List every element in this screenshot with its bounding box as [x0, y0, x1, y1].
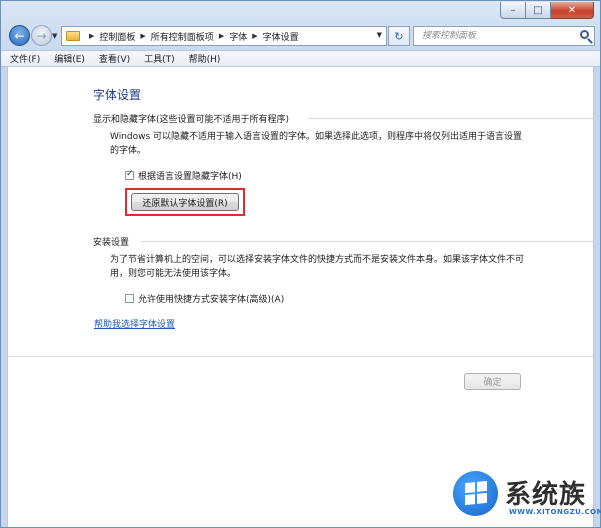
- search-box[interactable]: [413, 26, 595, 46]
- menu-view[interactable]: 查看(V): [99, 52, 130, 65]
- address-bar[interactable]: ▶ 控制面板 ▶ 所有控制面板项 ▶ 字体 ▶ 字体设置 ▼: [61, 26, 387, 46]
- close-button[interactable]: ✕: [551, 2, 594, 19]
- minimize-button[interactable]: –: [500, 2, 526, 19]
- menu-help[interactable]: 帮助(H): [189, 52, 221, 65]
- navigation-bar: ← → ▼ ▶ 控制面板 ▶ 所有控制面板项 ▶ 字体 ▶ 字体设置 ▼ ↻: [1, 23, 600, 49]
- menu-tools[interactable]: 工具(T): [144, 52, 175, 65]
- install-section-header: 安装设置: [93, 235, 593, 248]
- breadcrumb-chevron-icon[interactable]: ▶: [89, 32, 94, 40]
- section-divider: [308, 118, 593, 119]
- search-icon[interactable]: [580, 30, 589, 39]
- hide-fonts-checkbox[interactable]: [125, 169, 134, 180]
- menu-edit[interactable]: 编辑(E): [54, 52, 85, 65]
- breadcrumb-item-font-settings[interactable]: 字体设置: [263, 30, 299, 43]
- restore-button-highlight: 还原默认字体设置(R): [125, 188, 245, 216]
- breadcrumb: ▶ 控制面板 ▶ 所有控制面板项 ▶ 字体 ▶ 字体设置: [84, 30, 299, 43]
- breadcrumb-item-all-items[interactable]: 所有控制面板项: [151, 30, 214, 43]
- breadcrumb-item-fonts[interactable]: 字体: [229, 30, 247, 43]
- ok-button[interactable]: 确定: [464, 373, 521, 390]
- footer-divider: [8, 356, 593, 357]
- address-dropdown-chevron-down-icon[interactable]: ▼: [377, 31, 382, 39]
- show-hide-section-title: 显示和隐藏字体(这些设置可能不适用于所有程序): [93, 115, 290, 125]
- breadcrumb-chevron-icon[interactable]: ▶: [140, 32, 145, 40]
- breadcrumb-item-control-panel[interactable]: 控制面板: [99, 30, 135, 43]
- help-choose-font-settings-link[interactable]: 帮助我选择字体设置: [94, 317, 175, 330]
- shortcut-install-checkbox[interactable]: [125, 294, 134, 303]
- breadcrumb-chevron-icon[interactable]: ▶: [219, 32, 224, 40]
- maximize-button[interactable]: □: [526, 2, 551, 19]
- content-pane: 字体设置 显示和隐藏字体(这些设置可能不适用于所有程序) Windows 可以隐…: [7, 67, 594, 527]
- hide-fonts-checkbox-label[interactable]: 根据语言设置隐藏字体(H): [138, 169, 242, 182]
- shortcut-install-checkbox-row[interactable]: 允许使用快捷方式安装字体(高级)(A): [125, 292, 284, 305]
- install-section-title: 安装设置: [93, 238, 130, 248]
- search-input[interactable]: [420, 30, 574, 42]
- breadcrumb-chevron-icon[interactable]: ▶: [252, 32, 257, 40]
- windows-logo-icon: [465, 480, 487, 506]
- watermark-text: 系统族: [505, 480, 587, 510]
- section-divider: [141, 241, 593, 242]
- recent-pages-chevron-down-icon[interactable]: ▼: [52, 32, 57, 40]
- watermark: 系统族 WWW.XITONGZU.COM: [453, 471, 601, 525]
- shortcut-install-checkbox-label[interactable]: 允许使用快捷方式安装字体(高级)(A): [138, 292, 284, 305]
- caption-buttons: – □ ✕: [500, 2, 594, 19]
- page-title: 字体设置: [93, 88, 142, 102]
- show-hide-section-header: 显示和隐藏字体(这些设置可能不适用于所有程序): [93, 112, 593, 125]
- hide-fonts-checkbox-row[interactable]: 根据语言设置隐藏字体(H): [125, 169, 242, 182]
- refresh-button[interactable]: ↻: [388, 26, 410, 46]
- watermark-url: WWW.XITONGZU.COM: [509, 508, 601, 516]
- control-panel-folder-icon: [65, 30, 81, 43]
- back-button[interactable]: ←: [9, 25, 30, 46]
- menu-bar: 文件(F) 编辑(E) 查看(V) 工具(T) 帮助(H): [1, 50, 600, 67]
- show-hide-description: Windows 可以隐藏不适用于输入语言设置的字体。如果选择此选项，则程序中将仅…: [110, 132, 523, 156]
- restore-default-font-settings-button[interactable]: 还原默认字体设置(R): [131, 193, 239, 211]
- install-description: 为了节省计算机上的空间，可以选择安装字体文件的快捷方式而不是安装文件本身。如果该…: [110, 255, 525, 279]
- menu-file[interactable]: 文件(F): [10, 52, 40, 65]
- control-panel-window: – □ ✕ ← → ▼ ▶ 控制面板 ▶ 所有控制面板项 ▶ 字体 ▶ 字体设置…: [0, 0, 601, 528]
- watermark-logo-icon: [453, 471, 498, 516]
- forward-button[interactable]: →: [31, 25, 52, 46]
